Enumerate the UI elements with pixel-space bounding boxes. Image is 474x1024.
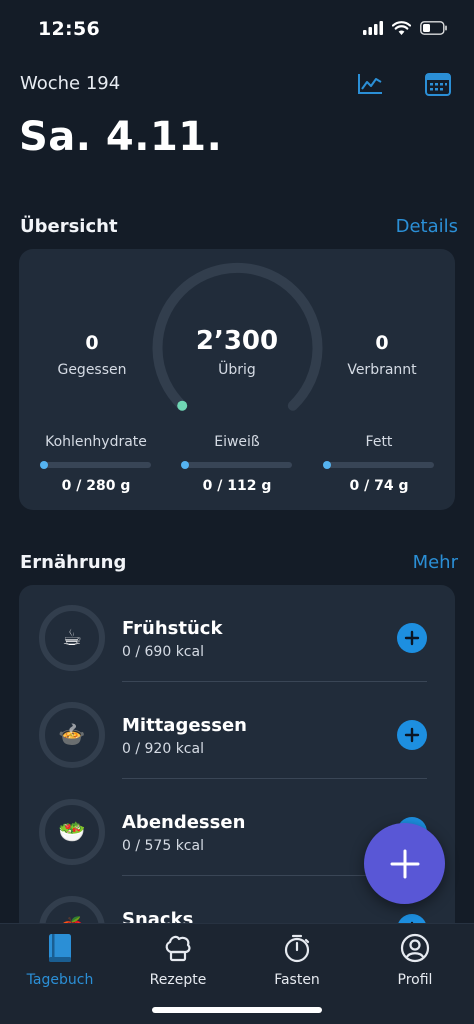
more-link[interactable]: Mehr: [413, 552, 458, 573]
eaten-stat: 0 Gegessen: [32, 332, 152, 378]
tab-rezepte[interactable]: Rezepte: [123, 932, 233, 988]
nutrition-header: Ernährung Mehr: [20, 552, 458, 573]
macro-progress-bar: [323, 461, 434, 469]
macro-carbs: Kohlenhydrate 0 / 280 g: [40, 434, 151, 494]
stopwatch-icon: [242, 932, 352, 964]
status-time: 12:56: [38, 18, 100, 40]
chart-icon[interactable]: [356, 70, 384, 98]
macro-label: Fett: [365, 434, 393, 450]
add-lunch-button[interactable]: [397, 720, 427, 750]
macro-value: 0 / 280 g: [61, 478, 131, 494]
overview-title: Übersicht: [20, 216, 118, 237]
eaten-label: Gegessen: [57, 362, 127, 378]
macro-label: Kohlenhydrate: [45, 434, 147, 450]
tab-profil[interactable]: Profil: [360, 932, 470, 988]
macro-label: Eiweiß: [214, 434, 260, 450]
status-bar: 12:56: [0, 0, 474, 60]
date-title: Sa. 4.11.: [19, 114, 223, 160]
meal-kcal: 0 / 575 kcal: [122, 838, 204, 854]
meal-name: Mittagessen: [122, 715, 247, 736]
overview-card: 0 Gegessen 2’300 Übrig 0 Verbrannt Kohle…: [19, 249, 455, 510]
status-icons: [363, 20, 448, 39]
tab-label: Fasten: [274, 972, 320, 988]
meal-row-lunch[interactable]: 🍲 Mittagessen 0 / 920 kcal: [19, 682, 455, 779]
meal-kcal: 0 / 920 kcal: [122, 741, 204, 757]
meal-progress-ring: ☕: [39, 605, 105, 671]
profile-icon: [360, 932, 470, 964]
tab-label: Tagebuch: [26, 972, 94, 988]
macro-progress-dot: [323, 461, 331, 469]
chef-hat-icon: [123, 932, 233, 964]
tab-label: Rezepte: [149, 972, 207, 988]
plus-icon: [390, 849, 419, 878]
calendar-icon[interactable]: [424, 70, 452, 98]
macro-progress-dot: [181, 461, 189, 469]
home-indicator: [152, 1007, 322, 1013]
meal-progress-ring: 🍲: [39, 702, 105, 768]
eaten-value: 0: [85, 332, 99, 354]
overview-header: Übersicht Details: [20, 216, 458, 237]
remaining-label: Übrig: [218, 362, 256, 378]
burned-value: 0: [375, 332, 389, 354]
burned-label: Verbrannt: [347, 362, 417, 378]
tab-label: Profil: [397, 972, 433, 988]
macro-progress-bar: [40, 461, 151, 469]
book-icon: [5, 932, 115, 964]
soup-bowl-icon: 🍲: [58, 722, 86, 748]
wifi-icon: [391, 20, 412, 39]
plus-icon: [404, 630, 420, 646]
macro-fat: Fett 0 / 74 g: [323, 434, 434, 494]
header-actions: [356, 70, 452, 98]
nutrition-title: Ernährung: [20, 552, 127, 573]
meal-row-breakfast[interactable]: ☕ Frühstück 0 / 690 kcal: [19, 585, 455, 682]
macro-progress-dot: [40, 461, 48, 469]
macro-value: 0 / 112 g: [202, 478, 272, 494]
remaining-stat: 2’300 Übrig: [177, 326, 297, 378]
coffee-cup-icon: ☕: [62, 625, 82, 651]
meal-name: Abendessen: [122, 812, 246, 833]
macro-value: 0 / 74 g: [349, 478, 409, 494]
macro-protein: Eiweiß 0 / 112 g: [181, 434, 292, 494]
macro-progress-bar: [181, 461, 292, 469]
burned-stat: 0 Verbrannt: [322, 332, 442, 378]
remaining-value: 2’300: [195, 326, 279, 356]
plus-icon: [404, 727, 420, 743]
signal-icon: [363, 20, 383, 39]
details-link[interactable]: Details: [396, 216, 458, 237]
week-label: Woche 194: [20, 73, 121, 94]
meal-kcal: 0 / 690 kcal: [122, 644, 204, 660]
meal-progress-ring: 🥗: [39, 799, 105, 865]
meal-name: Frühstück: [122, 618, 223, 639]
tab-tagebuch[interactable]: Tagebuch: [5, 932, 115, 988]
salad-icon: 🥗: [58, 819, 86, 845]
add-breakfast-button[interactable]: [397, 623, 427, 653]
tab-fasten[interactable]: Fasten: [242, 932, 352, 988]
calorie-ring-dot: [177, 400, 188, 411]
battery-icon: [420, 20, 448, 39]
add-entry-fab[interactable]: [364, 823, 445, 904]
